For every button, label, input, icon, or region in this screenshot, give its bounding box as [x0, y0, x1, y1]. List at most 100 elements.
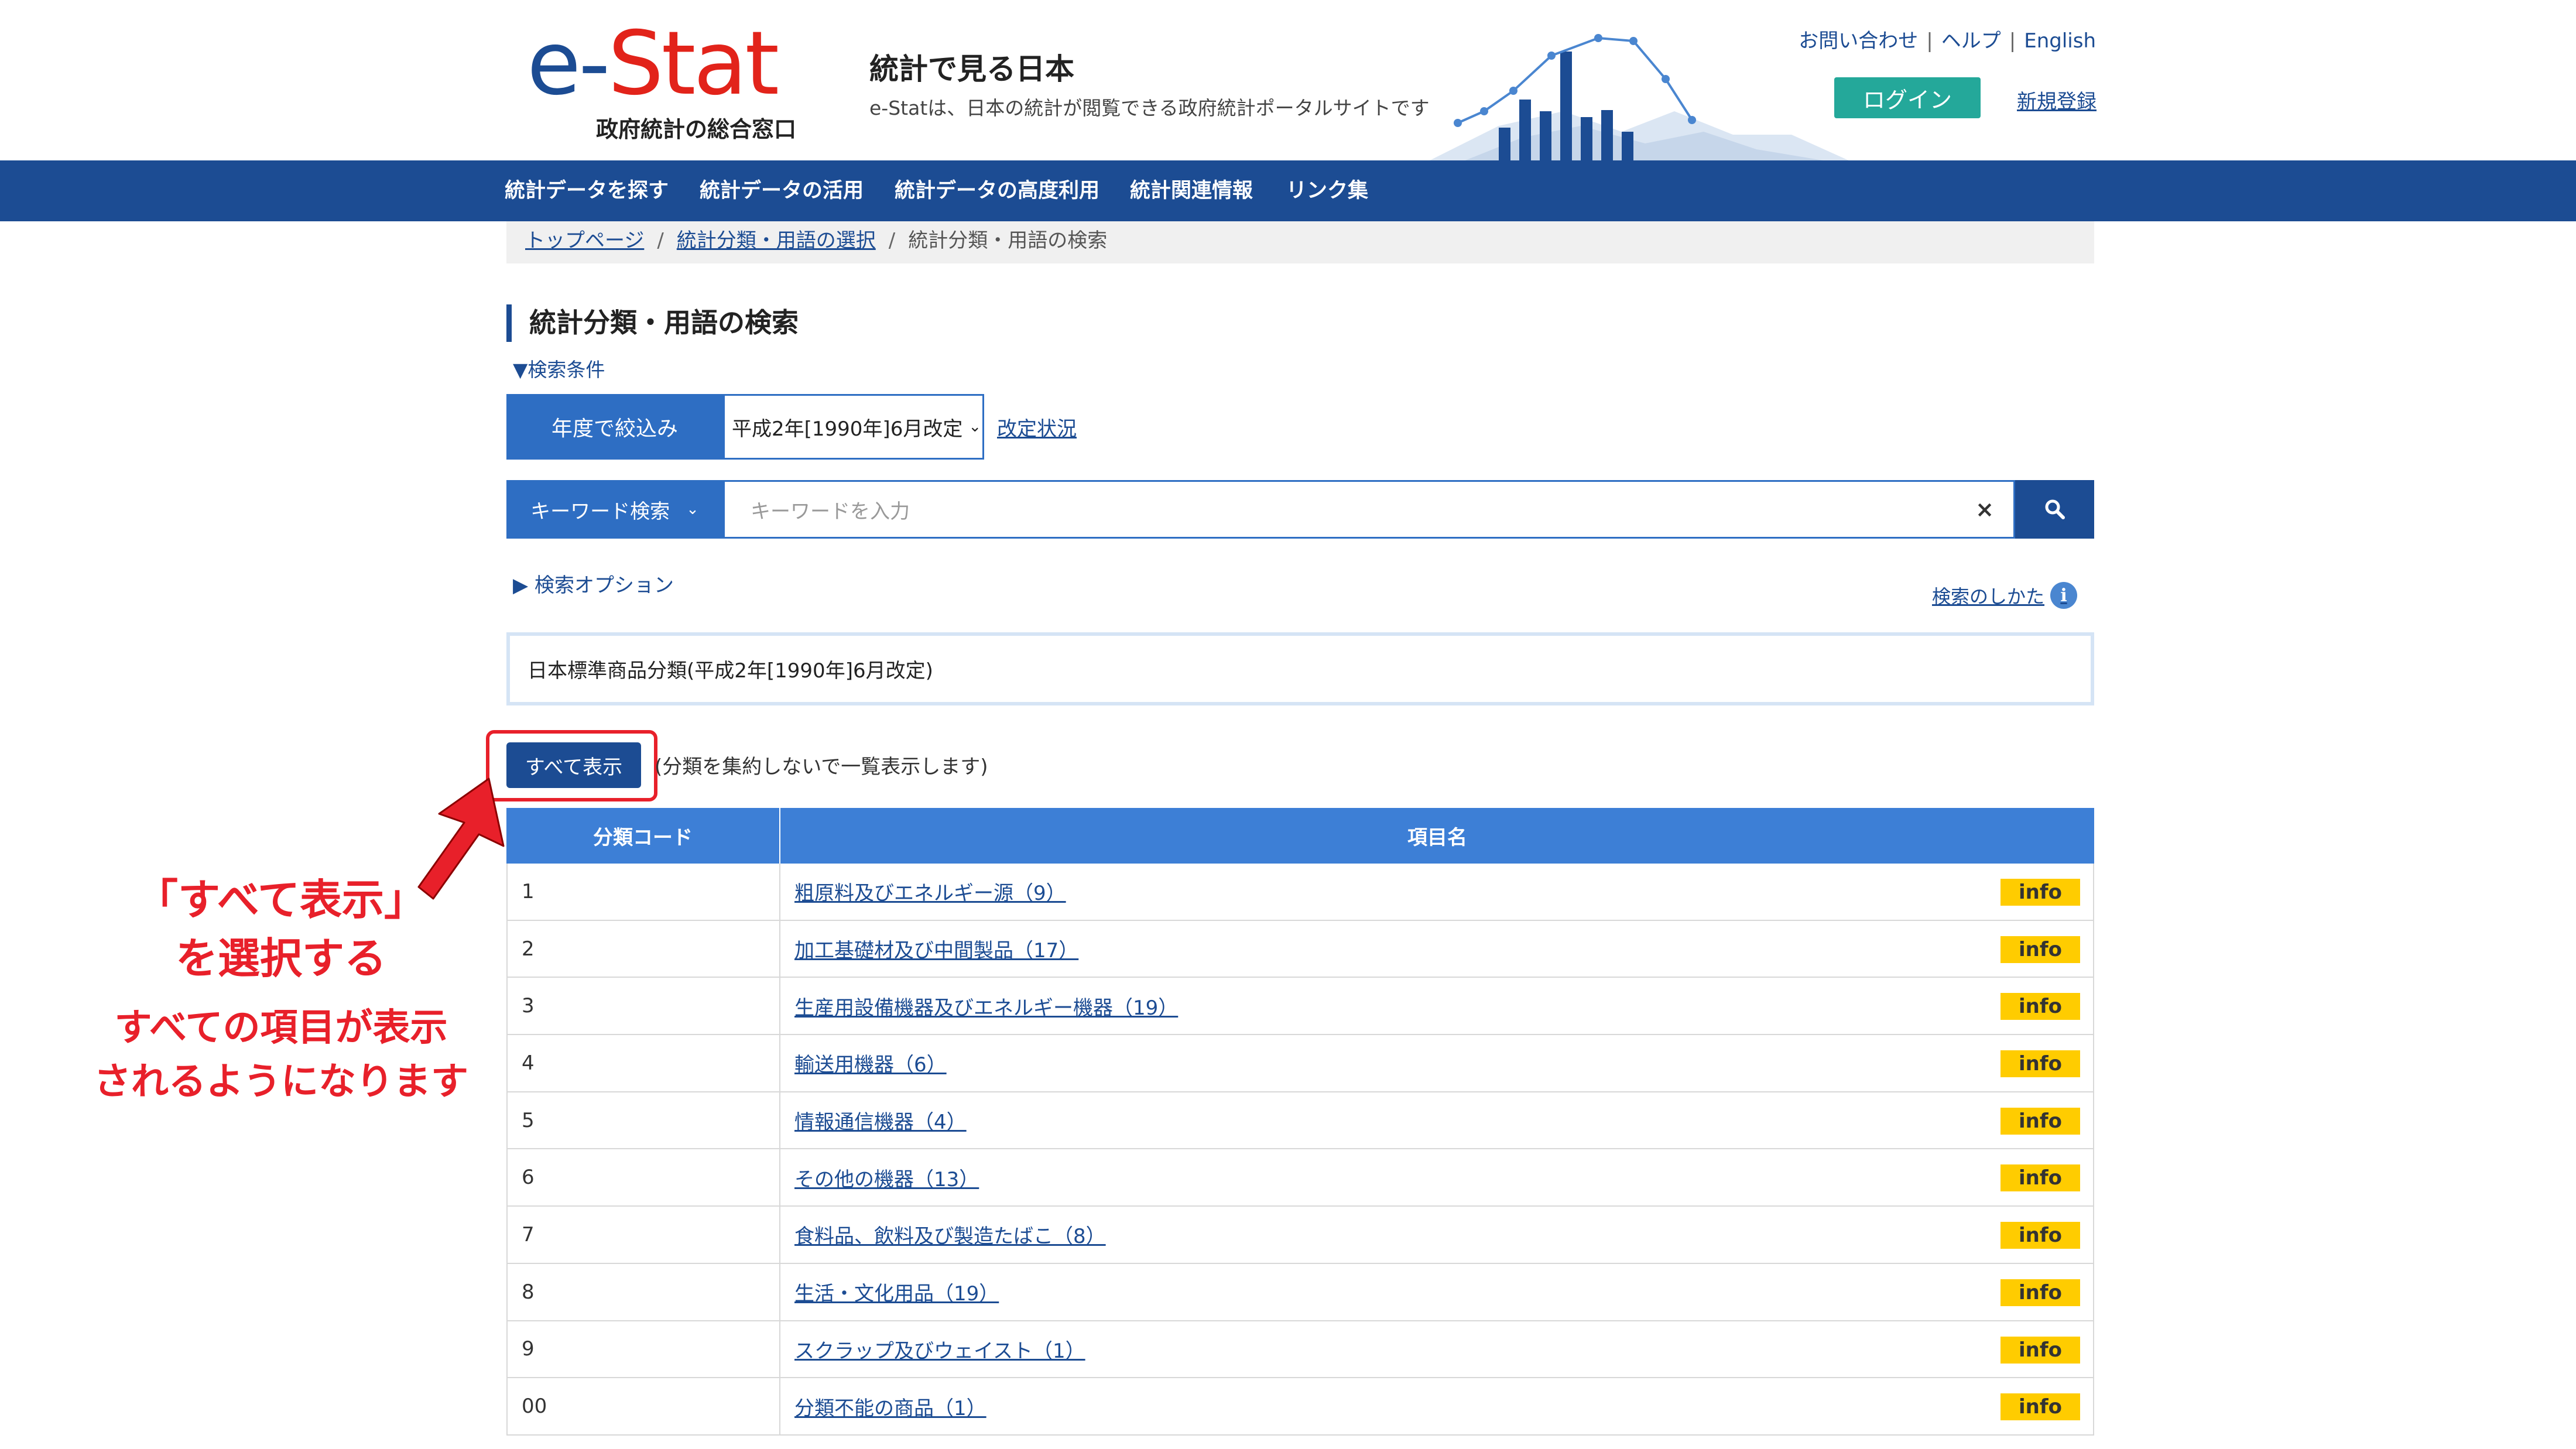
classification-table: 分類コード 項目名 1 粗原料及びエネルギー源（9） info 2 加工基礎材及び…: [506, 808, 2094, 1436]
row-code: 3: [506, 978, 780, 1034]
table-row: 2 加工基礎材及び中間製品（17） info: [506, 920, 2094, 978]
estat-logo[interactable]: e-Stat 政府統計の総合窓口: [527, 13, 808, 146]
table-row: 3 生産用設備機器及びエネルギー機器（19） info: [506, 978, 2094, 1036]
info-button[interactable]: info: [2000, 1336, 2080, 1364]
table-row: 00 分類不能の商品（1） info: [506, 1378, 2094, 1436]
chevron-down-icon: ⌄: [968, 418, 982, 436]
info-button[interactable]: info: [2000, 993, 2080, 1020]
top-links: お問い合わせ | ヘルプ | English: [1799, 25, 2096, 53]
info-button[interactable]: info: [2000, 1107, 2080, 1135]
table-row: 9 スクラップ及びウェイスト（1） info: [506, 1321, 2094, 1379]
table-row: 4 輸送用機器（6） info: [506, 1035, 2094, 1092]
row-item-link[interactable]: 分類不能の商品（1）: [794, 1392, 986, 1421]
info-button[interactable]: info: [2000, 1050, 2080, 1078]
row-item-link[interactable]: 食料品、飲料及び製造たばこ（8）: [794, 1220, 1106, 1249]
help-link[interactable]: ヘルプ: [1941, 29, 2001, 53]
breadcrumb-separator: /: [888, 229, 896, 252]
nav-item-related-info[interactable]: 統計関連情報: [1130, 160, 1253, 221]
annotation-line-3: すべての項目が表示: [114, 1006, 448, 1050]
column-header-code: 分類コード: [506, 808, 780, 864]
link-separator: |: [2009, 29, 2016, 53]
annotation-text-select: 「すべて表示」 を選択する: [105, 871, 457, 988]
classification-name-box: 日本標準商品分類(平成2年[1990年]6月改定): [506, 632, 2094, 705]
chevron-down-icon: ⌄: [686, 501, 699, 518]
main-nav: 統計データを探す 統計データの活用 統計データの高度利用 統計関連情報 リンク集: [0, 160, 2576, 221]
show-all-button[interactable]: すべて表示: [506, 742, 641, 788]
row-code: 2: [506, 920, 780, 977]
table-row: 8 生活・文化用品（19） info: [506, 1263, 2094, 1321]
row-code: 8: [506, 1263, 780, 1320]
breadcrumb-current: 統計分類・用語の検索: [908, 229, 1108, 252]
info-button[interactable]: info: [2000, 1164, 2080, 1192]
logo-stat: Stat: [608, 13, 779, 115]
site-description: e-Statは、日本の統計が閲覧できる政府統計ポータルサイトです: [869, 97, 1430, 119]
row-item-link[interactable]: その他の機器（13）: [794, 1163, 979, 1192]
row-item-link[interactable]: 生活・文化用品（19）: [794, 1277, 999, 1306]
english-link[interactable]: English: [2024, 29, 2096, 53]
nav-item-use-data[interactable]: 統計データの活用: [700, 160, 864, 221]
info-button[interactable]: info: [2000, 879, 2080, 906]
table-row: 6 その他の機器（13） info: [506, 1149, 2094, 1207]
row-item-link[interactable]: スクラップ及びウェイスト（1）: [794, 1335, 1085, 1364]
row-item-link[interactable]: 情報通信機器（4）: [794, 1106, 967, 1135]
site-header: e-Stat 政府統計の総合窓口 統計で見る日本 e-Statは、日本の統計が閲…: [0, 0, 2576, 161]
table-row: 7 食料品、飲料及び製造たばこ（8） info: [506, 1207, 2094, 1264]
revision-status-link[interactable]: 改定状況: [997, 413, 1077, 441]
header-chart-illustration: [1429, 34, 1850, 161]
show-all-note: (分類を集約しないで一覧表示します): [655, 755, 988, 779]
row-code: 1: [506, 864, 780, 920]
row-code: 4: [506, 1035, 780, 1091]
info-button[interactable]: info: [2000, 936, 2080, 963]
search-options-label: 検索オプション: [534, 574, 674, 597]
info-button[interactable]: info: [2000, 1222, 2080, 1249]
site-tagline: 統計で見る日本: [869, 52, 1074, 86]
page-title: 統計分類・用語の検索: [506, 304, 799, 342]
table-header: 分類コード 項目名: [506, 808, 2094, 864]
row-item-link[interactable]: 輸送用機器（6）: [794, 1049, 947, 1077]
search-conditions-label: 検索条件: [527, 358, 605, 381]
keyword-type-select[interactable]: キーワード検索 ⌄: [506, 480, 723, 539]
row-item-link[interactable]: 生産用設備機器及びエネルギー機器（19）: [794, 992, 1178, 1020]
row-code: 5: [506, 1092, 780, 1149]
row-code: 9: [506, 1321, 780, 1378]
login-button[interactable]: ログイン: [1834, 77, 1981, 118]
year-select-value: 平成2年[1990年]6月改定: [732, 417, 963, 441]
info-button[interactable]: info: [2000, 1279, 2080, 1306]
annotation-line-1: 「すべて表示」: [135, 875, 427, 924]
year-select[interactable]: 平成2年[1990年]6月改定 ⌄: [723, 394, 984, 460]
search-conditions-toggle[interactable]: ▼検索条件: [513, 354, 605, 382]
search-options-toggle[interactable]: ▶ 検索オプション: [513, 569, 674, 598]
keyword-type-value: キーワード検索: [530, 499, 670, 523]
nav-item-links[interactable]: リンク集: [1286, 160, 1368, 221]
contact-link[interactable]: お問い合わせ: [1799, 29, 1918, 53]
breadcrumb-classification-select[interactable]: 統計分類・用語の選択: [677, 229, 876, 252]
register-link[interactable]: 新規登録: [2017, 85, 2097, 114]
how-to-search-link[interactable]: 検索のしかた i: [1932, 582, 2078, 609]
nav-item-find-data[interactable]: 統計データを探す: [505, 160, 669, 221]
row-code: 00: [506, 1378, 780, 1434]
triangle-right-icon: ▶: [513, 574, 529, 597]
search-icon: [2045, 499, 2065, 519]
search-button[interactable]: [2015, 480, 2094, 539]
column-header-item-name: 項目名: [1407, 826, 1467, 849]
info-icon: i: [2050, 582, 2078, 609]
nav-item-advanced-use[interactable]: 統計データの高度利用: [895, 160, 1099, 221]
breadcrumb-top[interactable]: トップページ: [525, 229, 644, 252]
info-button[interactable]: info: [2000, 1393, 2080, 1421]
annotation-line-4: されるようになります: [94, 1060, 468, 1104]
keyword-input[interactable]: キーワードを入力: [723, 480, 2015, 539]
annotation-text-result: すべての項目が表示 されるようになります: [59, 1001, 503, 1109]
logo-wordmark: e-Stat: [527, 13, 779, 115]
row-item-link[interactable]: 粗原料及びエネルギー源（9）: [794, 877, 1066, 906]
link-separator: |: [1926, 29, 1933, 53]
triangle-down-icon: ▼: [513, 358, 528, 381]
table-row: 5 情報通信機器（4） info: [506, 1092, 2094, 1150]
row-code: 6: [506, 1149, 780, 1206]
logo-e: e-: [527, 13, 610, 115]
row-code: 7: [506, 1207, 780, 1263]
logo-subtitle: 政府統計の総合窓口: [596, 117, 797, 142]
breadcrumb-separator: /: [657, 229, 664, 252]
row-item-link[interactable]: 加工基礎材及び中間製品（17）: [794, 934, 1078, 963]
clear-icon[interactable]: ×: [1970, 494, 1999, 525]
how-to-search-label: 検索のしかた: [1932, 585, 2045, 608]
